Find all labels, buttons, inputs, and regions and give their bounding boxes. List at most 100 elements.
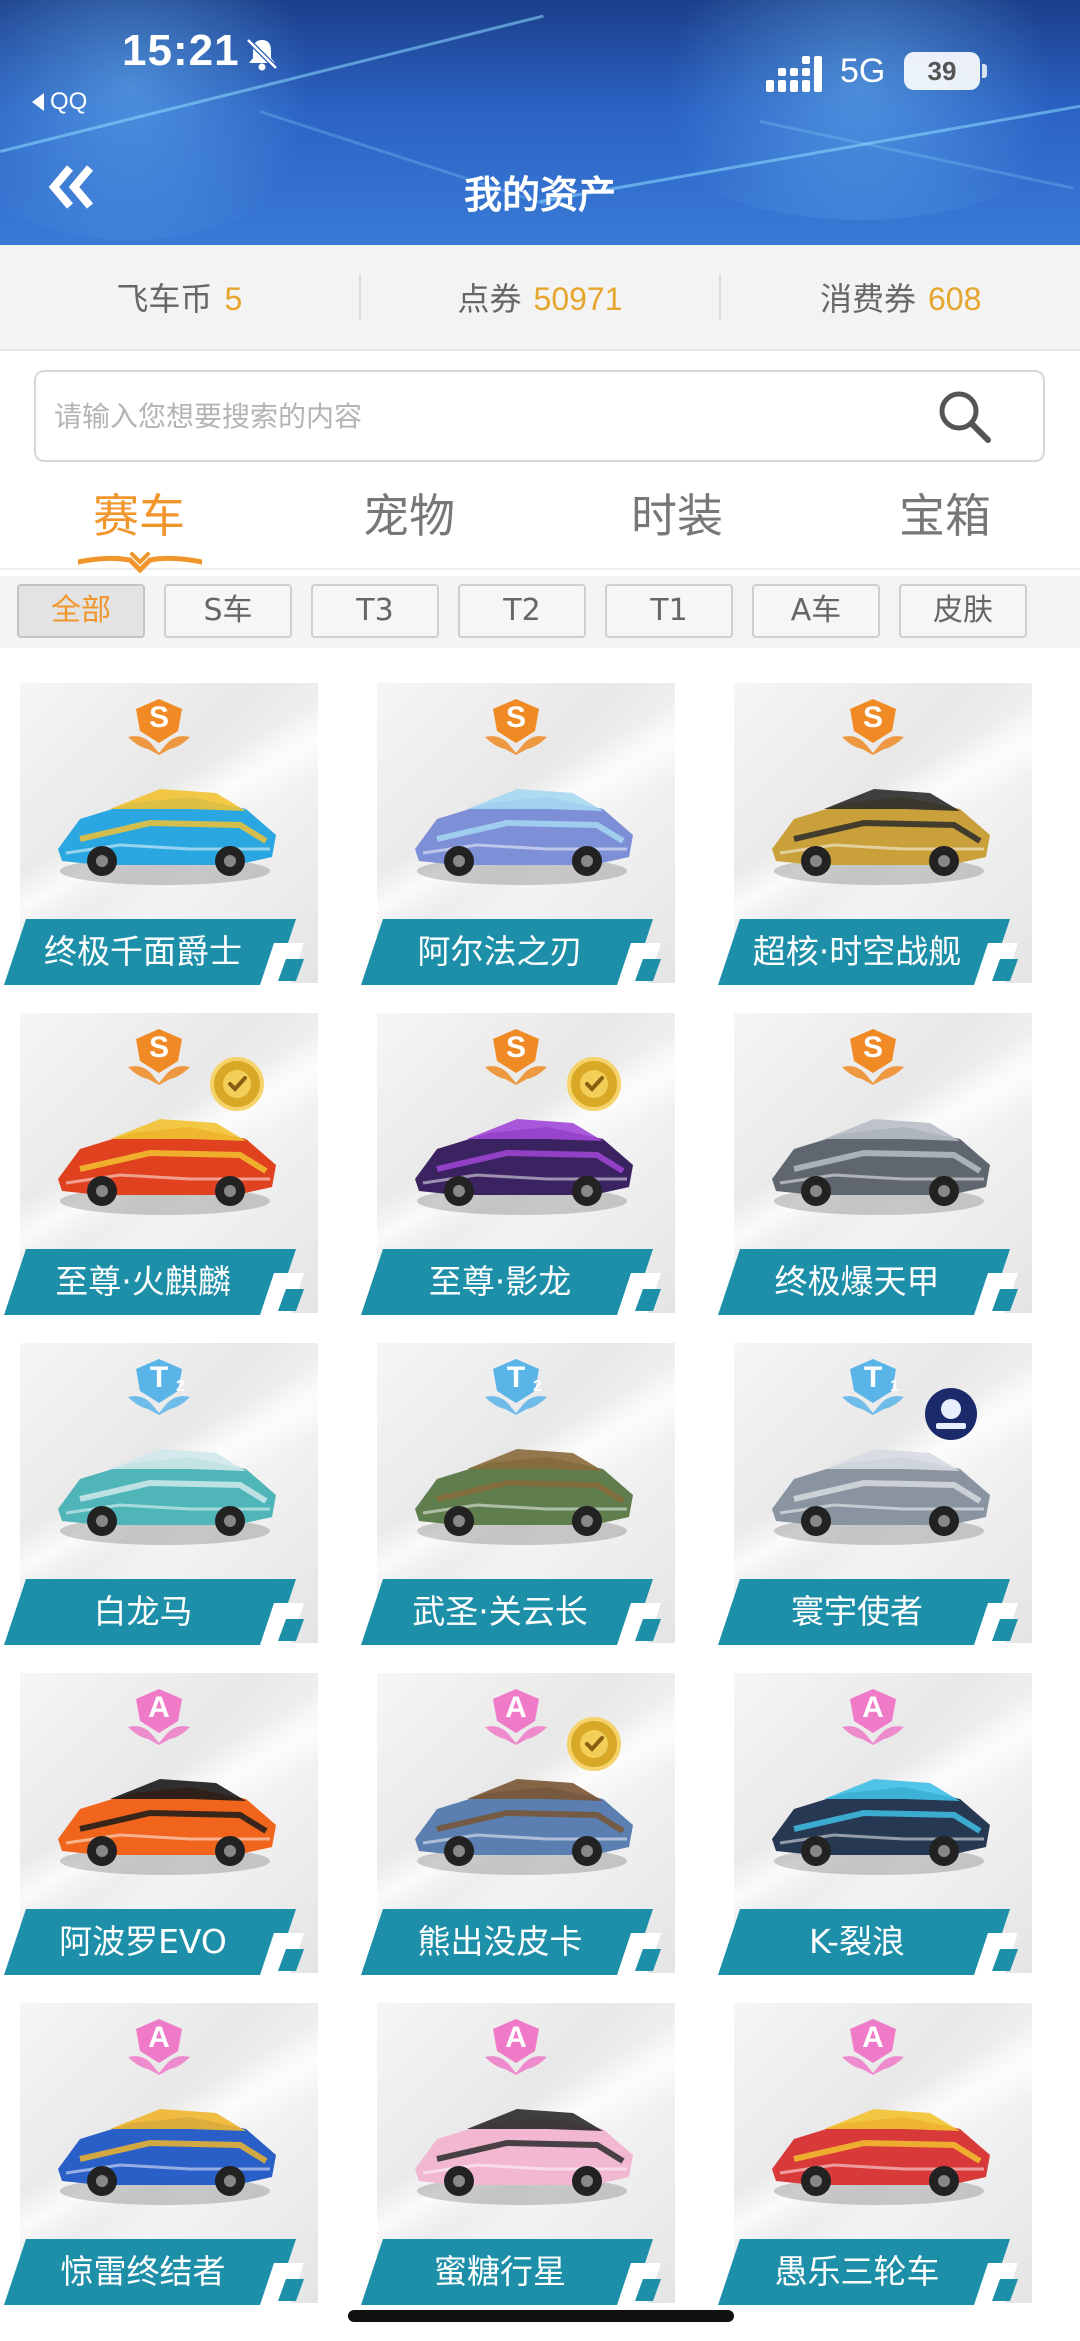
car-name: 终极爆天甲 (774, 1262, 940, 1301)
filter-all[interactable]: 全部 (17, 584, 145, 638)
tab-chests[interactable]: 宝箱 (810, 480, 1080, 546)
currency-feichebi: 飞车币 5 (0, 274, 359, 320)
rank-badge: 2T (481, 1357, 551, 1417)
car-name: 至尊·火麒麟 (55, 1262, 231, 1301)
car-name: 至尊·影龙 (428, 1262, 572, 1301)
rank-badge: S (481, 697, 551, 757)
currency-value: 50971 (533, 281, 623, 317)
network-label: 5G (840, 52, 886, 90)
rank-badge: S (481, 1027, 551, 1087)
tab-racing-cars[interactable]: 赛车 (4, 480, 274, 546)
filter-t2[interactable]: T2 (458, 584, 586, 638)
car-card[interactable]: A K-裂浪 (718, 1673, 1038, 1983)
magnifier-icon[interactable] (934, 386, 996, 448)
car-image (58, 1119, 276, 1215)
name-plate: 超核·时空战舰 (718, 919, 1038, 989)
car-card[interactable]: S 至尊·火麒麟 (4, 1013, 324, 1323)
currency-dianquan: 点券 50971 (361, 274, 720, 320)
car-card[interactable]: 2 T 白龙马 (4, 1343, 324, 1653)
car-name: K-裂浪 (808, 1922, 906, 1961)
car-card[interactable]: S 超核·时空战舰 (718, 683, 1038, 993)
car-card[interactable]: S 至尊·影龙 (361, 1013, 681, 1323)
name-plate: 白龙马 (4, 1579, 324, 1649)
car-card[interactable]: A 熊出没皮卡 (361, 1673, 681, 1983)
rank-letter: A (862, 2021, 884, 2054)
car-card[interactable]: 2 T 武圣·关云长 (361, 1343, 681, 1653)
name-plate: 终极千面爵士 (4, 919, 324, 989)
name-plate: 阿波罗EVO (4, 1909, 324, 1979)
currency-value: 608 (927, 281, 982, 317)
back-to-app[interactable]: QQ (32, 88, 87, 116)
filter-s-car[interactable]: S车 (164, 584, 292, 638)
rank-letter: S (148, 1031, 169, 1064)
rank-badge: A (124, 2017, 194, 2077)
name-plate: 终极爆天甲 (718, 1249, 1038, 1319)
rank-letter: S (862, 1031, 883, 1064)
rank-badge: S (838, 1027, 908, 1087)
rank-badge: A (838, 1687, 908, 1747)
car-card[interactable]: 1 T 寰宇使者 (718, 1343, 1038, 1653)
car-image (58, 789, 276, 885)
name-plate: 至尊·火麒麟 (4, 1249, 324, 1319)
filter-bar: 全部 S车 T3 T2 T1 A车 皮肤 (0, 576, 1080, 648)
car-image (772, 1449, 990, 1545)
car-image (58, 2109, 276, 2205)
car-image (772, 1779, 990, 1875)
car-image (415, 1119, 633, 1215)
name-plate: 愚乐三轮车 (718, 2239, 1038, 2309)
rank-letter: T (506, 1361, 526, 1394)
car-card[interactable]: S 阿尔法之刃 (361, 683, 681, 993)
car-card[interactable]: S 终极千面爵士 (4, 683, 324, 993)
rank-badge: A (838, 2017, 908, 2077)
filter-a-car[interactable]: A车 (752, 584, 880, 638)
car-name: 超核·时空战舰 (752, 932, 962, 971)
search-box (34, 370, 1045, 462)
rank-letter: S (148, 701, 169, 734)
rank-badge: S (124, 1027, 194, 1087)
name-plate: 惊雷终结者 (4, 2239, 324, 2309)
rank-letter: S (505, 1031, 526, 1064)
car-card[interactable]: A 蜜糖行星 (361, 2003, 681, 2313)
currency-xiaofeiquan: 消费券 608 (721, 274, 1080, 320)
search-input[interactable] (54, 372, 934, 460)
rank-letter: S (505, 701, 526, 734)
rank-badge: 2T (124, 1357, 194, 1417)
battery-tip (982, 64, 987, 78)
car-image (415, 789, 633, 885)
bell-slash-icon (246, 38, 278, 71)
filter-skins[interactable]: 皮肤 (899, 584, 1027, 638)
battery-icon: 39 (904, 52, 980, 90)
car-image (415, 2109, 633, 2205)
tab-pets[interactable]: 宠物 (274, 480, 544, 546)
car-name: 阿波罗EVO (59, 1922, 227, 1961)
car-card[interactable]: S 终极爆天甲 (718, 1013, 1038, 1323)
name-plate: 熊出没皮卡 (361, 1909, 681, 1979)
car-name: 愚乐三轮车 (774, 2252, 940, 2291)
name-plate: 阿尔法之刃 (361, 919, 681, 989)
car-image (772, 2109, 990, 2205)
car-image (415, 1449, 633, 1545)
car-card[interactable]: A 愚乐三轮车 (718, 2003, 1038, 2313)
signal-bars-icon (766, 56, 822, 92)
active-tab-indicator (78, 552, 202, 574)
car-card[interactable]: A 惊雷终结者 (4, 2003, 324, 2313)
rank-letter: T (863, 1361, 883, 1394)
rank-letter: A (505, 1691, 527, 1724)
battery-level: 39 (927, 55, 957, 86)
tab-costumes[interactable]: 时装 (542, 480, 812, 546)
car-image (58, 1779, 276, 1875)
home-indicator[interactable] (348, 2310, 734, 2322)
car-name: 白龙马 (93, 1592, 193, 1631)
filter-t3[interactable]: T3 (311, 584, 439, 638)
car-image (415, 1779, 633, 1875)
car-image (772, 789, 990, 885)
car-image (58, 1449, 276, 1545)
rank-letter: A (862, 1691, 884, 1724)
currency-bar: 飞车币 5 点券 50971 消费券 608 (0, 245, 1080, 351)
filter-t1[interactable]: T1 (605, 584, 733, 638)
car-name: 武圣·关云长 (412, 1592, 588, 1631)
currency-label: 消费券 (819, 280, 916, 318)
car-card[interactable]: A 阿波罗EVO (4, 1673, 324, 1983)
header: 15:21 QQ 5G 39 我的资产 (0, 0, 1080, 245)
rank-letter: S (862, 701, 883, 734)
